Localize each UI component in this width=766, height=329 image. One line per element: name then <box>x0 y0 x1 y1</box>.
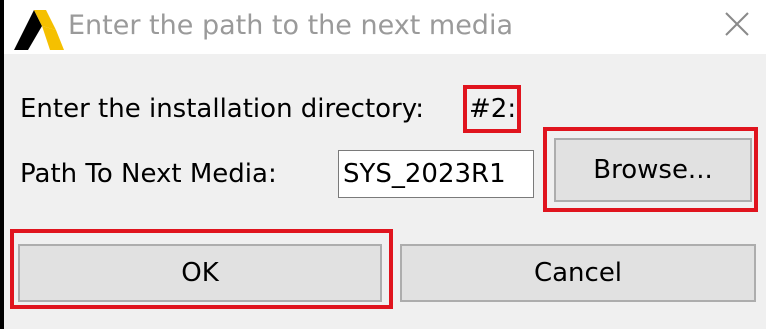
path-to-next-media-label: Path To Next Media: <box>20 159 277 189</box>
ansys-logo-icon <box>12 6 64 50</box>
ok-button[interactable]: OK <box>18 244 382 302</box>
installation-directory-value: #2: <box>469 94 517 124</box>
installation-directory-label: Enter the installation directory: <box>20 94 424 124</box>
path-to-next-media-input[interactable] <box>338 150 534 198</box>
window-title: Enter the path to the next media <box>68 10 513 41</box>
cancel-button[interactable]: Cancel <box>400 244 756 302</box>
browse-button[interactable]: Browse... <box>554 138 752 202</box>
dialog-window: Enter the path to the next media Enter t… <box>4 0 766 329</box>
title-bar: Enter the path to the next media <box>4 0 766 54</box>
close-icon <box>724 11 750 41</box>
close-button[interactable] <box>714 6 760 46</box>
